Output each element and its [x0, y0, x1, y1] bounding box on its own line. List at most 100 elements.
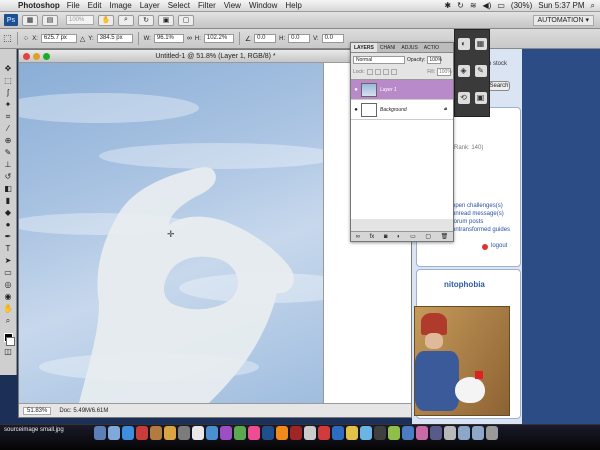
trash-icon[interactable]: 🗑︎ — [441, 233, 449, 240]
lock-transparency-checkbox[interactable] — [366, 69, 373, 75]
menu-view[interactable]: View — [224, 1, 241, 10]
app-icon-red[interactable] — [136, 426, 148, 440]
app-icon-orange[interactable] — [164, 426, 176, 440]
document-size[interactable]: Doc: 5.49M/6.61M — [59, 408, 108, 414]
relative-position-icon[interactable]: △ — [80, 35, 85, 43]
navigator-panel-icon[interactable]: ▣ — [474, 92, 487, 104]
screen-mode-button[interactable]: ▢ — [178, 14, 194, 26]
app-icon-brown[interactable] — [150, 426, 162, 440]
rotate-angle-input[interactable]: 0.0 — [254, 34, 277, 43]
layer-name[interactable]: Background — [380, 107, 407, 113]
zoom-percent[interactable]: 51.83% — [23, 406, 52, 415]
eyedropper-tool-icon[interactable]: ⁄ — [2, 123, 14, 135]
transform-icon[interactable]: ⬚ — [3, 33, 12, 44]
link-unread-messages[interactable]: unread message(s) — [452, 211, 504, 217]
adjustment-layer-icon[interactable]: ◐ — [397, 234, 401, 240]
history-panel-icon[interactable]: ⟲ — [457, 92, 470, 104]
clock[interactable]: Sun 5:37 PM — [538, 1, 584, 10]
workspace-switcher[interactable]: AUTOMATION ▾ — [532, 14, 594, 26]
blur-tool-icon[interactable]: ◆ — [2, 207, 14, 219]
app-icon-silver[interactable] — [444, 426, 456, 440]
app-icon-indigo[interactable] — [430, 426, 442, 440]
clone-stamp-tool-icon[interactable]: ⊥ — [2, 159, 14, 171]
app-icon-steel[interactable] — [402, 426, 414, 440]
itunes-icon[interactable] — [248, 426, 260, 440]
hand-tool-button[interactable]: ✋ — [98, 14, 114, 26]
path-selection-tool-icon[interactable]: ➤ — [2, 255, 14, 267]
menu-select[interactable]: Select — [168, 1, 190, 10]
layer-name[interactable]: Layer 1 — [380, 87, 397, 93]
dodge-tool-icon[interactable]: ● — [2, 219, 14, 231]
zoom-tool-button[interactable]: ⌕ — [118, 14, 134, 26]
brush-tool-icon[interactable]: ✎ — [2, 147, 14, 159]
blend-mode-select[interactable]: Normal — [353, 56, 405, 64]
brushes-panel-icon[interactable]: ✎ — [474, 65, 487, 77]
app-icon-yellow[interactable] — [346, 426, 358, 440]
photoshop-dock-icon[interactable] — [262, 426, 274, 440]
v-skew-input[interactable]: 0.0 — [321, 34, 344, 43]
gradient-tool-icon[interactable]: ▮ — [2, 195, 14, 207]
menu-layer[interactable]: Layer — [140, 1, 160, 10]
dashboard-icon[interactable] — [108, 426, 120, 440]
opacity-input[interactable]: 100% — [427, 56, 442, 64]
minimize-icon[interactable] — [33, 52, 40, 60]
3d-orbit-tool-icon[interactable]: ◉ — [2, 291, 14, 303]
eye-icon[interactable]: ● — [351, 87, 361, 93]
menu-image[interactable]: Image — [109, 1, 131, 10]
lock-position-checkbox[interactable] — [382, 69, 389, 75]
desktop-file-label[interactable]: sourceimage small.jpg — [4, 427, 64, 434]
magic-wand-tool-icon[interactable]: ✦ — [2, 99, 14, 111]
app-icon-blue[interactable] — [206, 426, 218, 440]
app-icon-pink[interactable] — [416, 426, 428, 440]
history-brush-tool-icon[interactable]: ↺ — [2, 171, 14, 183]
color-panel-icon[interactable]: ◐ — [457, 38, 470, 50]
shape-tool-icon[interactable]: ▭ — [2, 267, 14, 279]
app-icon-green[interactable] — [234, 426, 246, 440]
spotlight-icon[interactable]: ⌕ — [591, 1, 595, 11]
app-icon-darkred[interactable] — [290, 426, 302, 440]
finder-icon[interactable] — [94, 426, 106, 440]
3d-rotate-tool-icon[interactable]: ◎ — [2, 279, 14, 291]
lock-pixels-checkbox[interactable] — [374, 69, 381, 75]
app-icon-gray[interactable] — [178, 426, 190, 440]
pen-tool-icon[interactable]: ✒ — [2, 231, 14, 243]
eye-icon[interactable]: ● — [351, 107, 361, 113]
app-icon-sky[interactable] — [360, 426, 372, 440]
logout-link[interactable]: logout — [491, 243, 507, 249]
link-layers-icon[interactable]: ∞ — [356, 234, 360, 240]
healing-brush-tool-icon[interactable]: ⊕ — [2, 135, 14, 147]
zoom-tool-icon[interactable]: ⌕ — [2, 315, 14, 327]
menu-help[interactable]: Help — [285, 1, 301, 10]
x-position-input[interactable]: 625.7 px — [40, 34, 77, 43]
h-skew-input[interactable]: 0.0 — [288, 34, 311, 43]
menu-file[interactable]: File — [67, 1, 80, 10]
view-extras-button[interactable]: ▤ — [42, 14, 58, 26]
app-icon-lime[interactable] — [388, 426, 400, 440]
marquee-tool-icon[interactable]: ⬚ — [2, 75, 14, 87]
acrobat-icon[interactable] — [318, 426, 330, 440]
hand-tool-icon[interactable]: ✋ — [2, 303, 14, 315]
menu-window[interactable]: Window — [249, 1, 277, 10]
search-button[interactable]: Search — [488, 81, 510, 91]
layer-row-background[interactable]: ● Background 🔒︎ — [351, 100, 453, 120]
move-tool-icon[interactable]: ✥ — [2, 63, 14, 75]
layer-style-icon[interactable]: fx — [370, 234, 375, 240]
layer-mask-icon[interactable]: ◙ — [384, 234, 388, 240]
rotate-view-button[interactable]: ↻ — [138, 14, 154, 26]
width-scale-input[interactable]: 96.1% — [153, 34, 184, 43]
calendar-icon[interactable] — [192, 426, 204, 440]
zoom-icon[interactable] — [43, 52, 50, 60]
link-open-challenges[interactable]: open challenges(s) — [452, 203, 503, 209]
reference-point-icon[interactable]: ⁘ — [23, 34, 30, 43]
illustrator-dock-icon[interactable] — [276, 426, 288, 440]
menu-filter[interactable]: Filter — [198, 1, 216, 10]
lasso-tool-icon[interactable]: ʃ — [2, 87, 14, 99]
safari-icon[interactable] — [122, 426, 134, 440]
time-machine-icon[interactable]: ↻ — [457, 1, 464, 10]
arrange-documents-button[interactable]: ▣ — [158, 14, 174, 26]
app-icon-purple[interactable] — [220, 426, 232, 440]
bridge-button[interactable]: ▦ — [22, 14, 38, 26]
lock-all-checkbox[interactable] — [390, 69, 397, 75]
app-icon-dark[interactable] — [374, 426, 386, 440]
tab-actions[interactable]: ACTIO — [421, 43, 442, 52]
